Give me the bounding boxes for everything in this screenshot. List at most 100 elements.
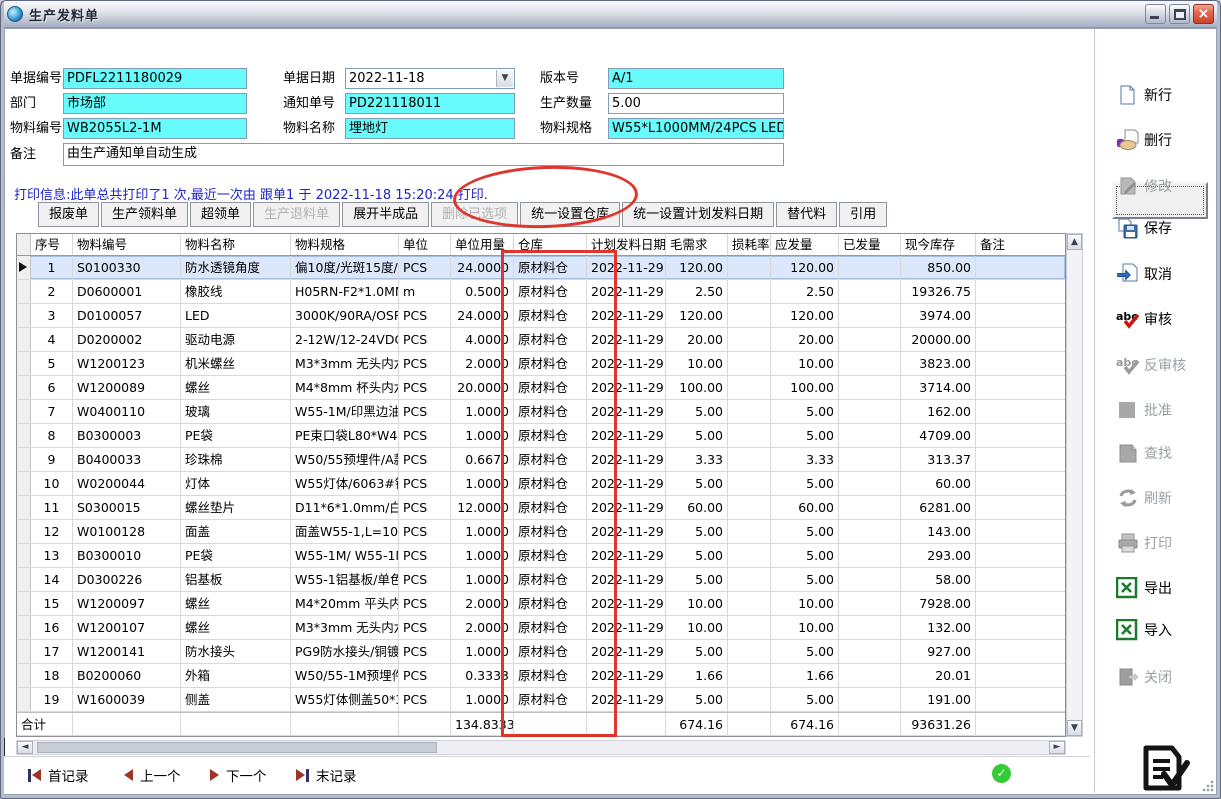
- table-cell: 14: [31, 568, 73, 591]
- header-cell[interactable]: 应发量: [771, 234, 839, 255]
- vertical-scrollbar[interactable]: ▲ ▼: [1066, 233, 1083, 737]
- title-bar[interactable]: 生产发料单 ×: [1, 1, 1220, 28]
- sidebar-button-label: 批准: [1144, 400, 1172, 420]
- table-row[interactable]: 19W1600039侧盖W55灯体侧盖50*3PCS1.0000原材料仓2022…: [17, 688, 1065, 712]
- next-record-button[interactable]: 下一个: [210, 765, 267, 785]
- qty-label: 生产数量: [540, 93, 592, 114]
- production-picking-button[interactable]: 生产领料单: [101, 202, 188, 227]
- doc-no-field[interactable]: PDFL2211180029: [63, 68, 247, 89]
- header-cell[interactable]: 物料编号: [73, 234, 181, 255]
- set-plan-issue-date-button[interactable]: 统一设置计划发料日期: [622, 202, 774, 227]
- table-cell: 24.0000: [451, 256, 514, 279]
- table-row[interactable]: 8B0300003PE袋PE束口袋L80*W40PCS1.0000原材料仓202…: [17, 424, 1065, 448]
- header-cell[interactable]: 已发量: [839, 234, 901, 255]
- remark-field[interactable]: 由生产通知单自动生成: [63, 143, 784, 166]
- resize-grip[interactable]: [1202, 780, 1214, 792]
- modify-button[interactable]: 修改: [1116, 170, 1216, 202]
- minimize-button[interactable]: [1145, 4, 1166, 24]
- prev-record-button[interactable]: 上一个: [124, 765, 181, 785]
- header-cell[interactable]: 物料规格: [291, 234, 399, 255]
- print-info: 打印信息:此单总共打印了1 次,最近一次由 跟单1 于 2022-11-18 1…: [14, 184, 488, 203]
- set-warehouse-button[interactable]: 统一设置仓库: [520, 202, 620, 227]
- expand-semifinished-button[interactable]: 展开半成品: [342, 202, 429, 227]
- notice-no-field[interactable]: PD221118011: [345, 93, 515, 114]
- table-row[interactable]: 2D0600001橡胶线H05RN-F2*1.0MMm0.5000原材料仓202…: [17, 280, 1065, 304]
- table-row[interactable]: 17W1200141防水接头PG9防水接头/铜镀镍PCS1.0000原材料仓20…: [17, 640, 1065, 664]
- cancel-button[interactable]: 取消: [1116, 258, 1216, 290]
- table-row[interactable]: 15W1200097螺丝M4*20mm 平头内六PCS2.0000原材料仓202…: [17, 592, 1065, 616]
- table-row[interactable]: 11S0300015螺丝垫片D11*6*1.0mm/白色PCS12.0000原材…: [17, 496, 1065, 520]
- scroll-left-icon[interactable]: ◄: [17, 741, 33, 754]
- detail-table[interactable]: 序号物料编号物料名称物料规格单位单位用量仓库计划发料日期毛需求损耗率应发量已发量…: [16, 233, 1066, 737]
- refresh-button[interactable]: 刷新: [1116, 482, 1216, 514]
- table-cell: 1.66: [771, 664, 839, 687]
- table-cell: W55-1M/印黑边油墨: [291, 400, 399, 423]
- scroll-down-icon[interactable]: ▼: [1067, 720, 1082, 736]
- sidebar-button-label: 刷新: [1144, 488, 1172, 508]
- reference-button[interactable]: 引用: [839, 202, 887, 227]
- header-cell[interactable]: 序号: [31, 234, 73, 255]
- material-spec-field[interactable]: W55*L1000MM/24PCS LED/310: [608, 118, 784, 139]
- maximize-button[interactable]: [1169, 4, 1190, 24]
- table-cell: [728, 616, 771, 639]
- header-cell[interactable]: 单位: [399, 234, 451, 255]
- table-row[interactable]: 4D0200002驱动电源2-12W/12-24VDC转PCS4.0000原材料…: [17, 328, 1065, 352]
- row-indicator: [17, 616, 31, 639]
- header-cell[interactable]: 仓库: [514, 234, 587, 255]
- close-form-button[interactable]: 关闭: [1116, 661, 1216, 693]
- print-button[interactable]: 打印: [1116, 527, 1216, 559]
- new-row-button[interactable]: 新行: [1116, 79, 1216, 111]
- header-cell[interactable]: 损耗率: [728, 234, 771, 255]
- scrap-order-button[interactable]: 报废单: [38, 202, 99, 227]
- horizontal-scrollbar[interactable]: ◄ ►: [16, 740, 1066, 755]
- table-row[interactable]: 18B0200060外箱W50/55-1M预埋件箱PCS0.3333原材料仓20…: [17, 664, 1065, 688]
- delete-selected-button[interactable]: 删除已选项: [431, 202, 518, 227]
- header-cell[interactable]: 物料名称: [181, 234, 291, 255]
- scroll-right-icon[interactable]: ►: [1049, 741, 1065, 754]
- row-indicator: [17, 448, 31, 471]
- approve-button[interactable]: 批准: [1116, 394, 1216, 426]
- unaudit-button[interactable]: abc反审核: [1116, 349, 1216, 381]
- find-button[interactable]: 查找: [1116, 437, 1216, 469]
- substitute-material-button[interactable]: 替代料: [776, 202, 837, 227]
- header-cell[interactable]: 备注: [976, 234, 1067, 255]
- dept-field[interactable]: 市场部: [63, 93, 247, 114]
- import-button[interactable]: 导入: [1116, 614, 1216, 646]
- table-row[interactable]: 9B0400033珍珠棉W50/55预埋件/A款PCS0.6670原材料仓202…: [17, 448, 1065, 472]
- header-cell[interactable]: 毛需求: [666, 234, 728, 255]
- audit-button[interactable]: abc审核: [1116, 303, 1216, 335]
- scroll-up-icon[interactable]: ▲: [1067, 234, 1082, 250]
- table-row[interactable]: 12W0100128面盖面盖W55-1,L=1000PCS1.0000原材料仓2…: [17, 520, 1065, 544]
- doc-date-field[interactable]: 2022-11-18▼: [345, 68, 515, 89]
- delete-row-button[interactable]: 删行: [1116, 124, 1216, 156]
- table-row[interactable]: 5W1200123机米螺丝M3*3mm 无头内六PCS2.0000原材料仓202…: [17, 352, 1065, 376]
- chevron-down-icon[interactable]: ▼: [496, 70, 513, 87]
- material-no-field[interactable]: WB2055L2-1M: [63, 118, 247, 139]
- horizontal-scroll-thumb[interactable]: [37, 742, 437, 753]
- first-record-button[interactable]: 首记录: [28, 765, 89, 785]
- last-record-button[interactable]: 末记录: [296, 765, 357, 785]
- table-cell: [181, 713, 291, 735]
- export-button[interactable]: 导出: [1116, 572, 1216, 604]
- over-picking-button[interactable]: 超领单: [190, 202, 251, 227]
- header-cell[interactable]: 单位用量: [451, 234, 514, 255]
- table-cell: H05RN-F2*1.0MM: [291, 280, 399, 303]
- doc-edit-gray-icon: [1116, 175, 1140, 197]
- table-cell: 5.00: [666, 688, 728, 711]
- header-cell[interactable]: 现今库存: [901, 234, 976, 255]
- save-button[interactable]: 保存: [1116, 212, 1216, 244]
- table-row[interactable]: 16W1200107螺丝M3*3mm 无头内六PCS2.0000原材料仓2022…: [17, 616, 1065, 640]
- material-name-field[interactable]: 埋地灯: [345, 118, 515, 139]
- header-cell[interactable]: 计划发料日期: [587, 234, 666, 255]
- table-row[interactable]: 13B0300010PE袋W55-1M/ W55-1MPCS1.0000原材料仓…: [17, 544, 1065, 568]
- table-row[interactable]: 7W0400110玻璃W55-1M/印黑边油墨PCS1.0000原材料仓2022…: [17, 400, 1065, 424]
- table-row[interactable]: 1S0100330防水透镜角度偏10度/光斑15度/仿PCS24.0000原材料…: [17, 256, 1065, 280]
- table-row[interactable]: 14D0300226铝基板W55-1铝基板/单色PCS1.0000原材料仓202…: [17, 568, 1065, 592]
- table-row[interactable]: 6W1200089螺丝M4*8mm 杯头内六PCS20.0000原材料仓2022…: [17, 376, 1065, 400]
- qty-field[interactable]: 5.00: [608, 93, 784, 114]
- close-button[interactable]: ×: [1193, 4, 1214, 24]
- production-return-button[interactable]: 生产退料单: [253, 202, 340, 227]
- table-row[interactable]: 10W0200044灯体W55灯体/6063#铝材PCS1.0000原材料仓20…: [17, 472, 1065, 496]
- version-field[interactable]: A/1: [608, 68, 784, 89]
- table-row[interactable]: 3D0100057LED3000K/90RA/OSRAPCS24.0000原材料…: [17, 304, 1065, 328]
